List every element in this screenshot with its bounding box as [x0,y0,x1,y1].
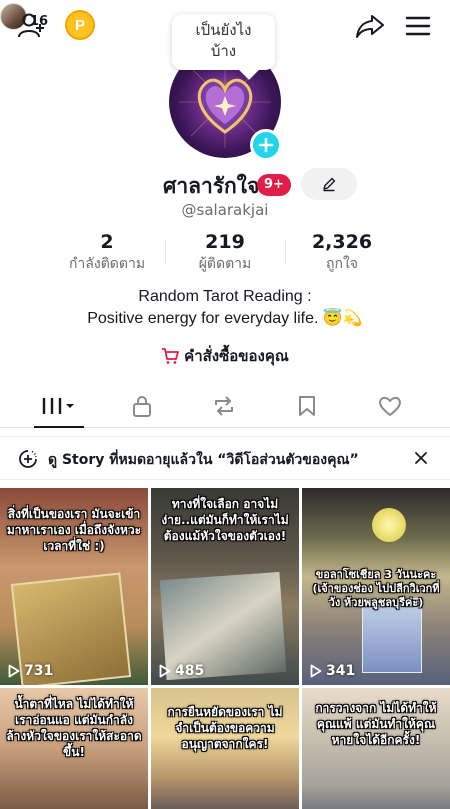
view-count-text: 341 [326,663,356,679]
video-grid: สิ่งที่เป็นของเรา มันจะเข้ามาหาเราเอง เม… [0,488,450,809]
edit-profile-button[interactable] [301,168,357,200]
video-thumbnail[interactable]: น้ำตาที่ไหล ไม่ได้ทำให้เราอ่อนแอ แต่มันก… [0,688,148,809]
coin-icon[interactable]: P [65,10,95,40]
lock-icon [133,396,151,417]
video-thumbnail[interactable]: การยืนหยัดของเรา ไม่จำเป็นต้องขอความอนุญ… [151,688,299,809]
orders-link[interactable]: คำสั่งซื้อของคุณ [0,344,450,368]
following-label: กำลังติดตาม [68,256,146,272]
crystal-ball-image [372,508,406,542]
bio-line1: Random Tarot Reading : [138,288,312,305]
video-caption: การยืนหยัดของเรา ไม่จำเป็นต้องขอความอนุญ… [167,705,283,751]
play-icon [159,664,171,678]
story-add-icon [19,450,37,468]
coin-label: P [74,16,85,34]
bookmark-icon [299,396,315,416]
video-caption: การวางจาก ไม่ได้ทำให้คุณแพ้ แต่มันทำให้ค… [315,701,437,747]
share-icon[interactable] [354,10,386,42]
tab-saved[interactable] [277,384,337,428]
stat-likes[interactable]: 2,326 ถูกใจ [277,230,407,274]
pencil-icon [323,177,336,192]
view-count: 485 [159,663,204,679]
bio-line2: Positive energy for everyday life. 😇💫 [87,310,363,327]
repost-icon [215,396,233,416]
video-thumbnail[interactable]: สิ่งที่เป็นของเรา มันจะเข้ามาหาเราเอง เม… [0,488,148,685]
video-thumbnail[interactable]: ขอลาโซเชียล 3 วันนะคะ (เจ้าของช่อง ไปปลี… [302,488,450,685]
expired-story-banner[interactable]: ดู Story ที่หมดอายุแล้วใน “วิดีโอส่วนตัว… [0,436,450,480]
play-icon [8,664,20,678]
stats-row: 2 กำลังติดตาม 219 ผู้ติดตาม 2,326 ถูกใจ [0,230,450,278]
stat-followers[interactable]: 219 ผู้ติดตาม [160,230,290,274]
add-story-button[interactable] [250,129,282,161]
active-tab-indicator [34,426,84,428]
add-friend-icon[interactable] [14,8,50,44]
heart-icon [379,396,401,416]
tab-reposts[interactable] [194,384,254,428]
video-caption: ขอลาโซเชียล 3 วันนะคะ (เจ้าของช่อง ไปปลี… [312,568,440,609]
video-caption: สิ่งที่เป็นของเรา มันจะเข้ามาหาเราเอง เม… [6,507,142,553]
tab-private[interactable] [112,384,172,428]
close-icon[interactable] [412,449,430,467]
video-caption: ทางที่ใจเลือก อาจไม่ง่าย..แต่มันก็ทำให้เ… [161,497,289,543]
story-banner-text: ดู Story ที่หมดอายุแล้วใน “วิดีโอส่วนตัว… [48,452,359,468]
stat-following[interactable]: 2 กำลังติดตาม [42,230,172,274]
menu-icon[interactable] [402,10,434,42]
content-tabs [0,384,450,428]
name-row: ศาลารักใจ 9+ [0,168,450,202]
plus-icon [258,137,274,153]
followers-count: 219 [205,231,245,253]
view-count: 341 [310,663,355,679]
profile-bio: Random Tarot Reading : Positive energy f… [0,286,450,330]
notification-badge[interactable]: 9+ [257,174,291,196]
username: ศาลารักใจ [163,174,260,198]
followers-label: ผู้ติดตาม [198,256,252,272]
view-count-text: 485 [175,663,205,679]
likes-label: ถูกใจ [326,256,358,272]
tooltip-line2: บ้าง [210,42,237,60]
view-count: 731 [8,663,53,679]
video-thumbnail[interactable]: การวางจาก ไม่ได้ทำให้คุณแพ้ แต่มันทำให้ค… [302,688,450,809]
tooltip-line1: เป็นยังไง [195,21,252,39]
cart-icon [162,348,180,364]
following-count: 2 [100,231,114,253]
view-count-text: 731 [24,663,54,679]
video-thumbnail[interactable]: ทางที่ใจเลือก อาจไม่ง่าย..แต่มันก็ทำให้เ… [151,488,299,685]
tab-liked[interactable] [360,384,420,428]
likes-count: 2,326 [311,231,373,253]
status-tooltip[interactable]: เป็นยังไง บ้าง [172,14,275,70]
video-caption: น้ำตาที่ไหล ไม่ได้ทำให้เราอ่อนแอ แต่มันก… [6,697,142,759]
tab-videos[interactable] [30,384,90,428]
orders-label: คำสั่งซื้อของคุณ [184,347,289,365]
play-icon [310,664,322,678]
profile-handle: @salarakjai [181,201,269,219]
videos-grid-icon [42,398,74,414]
